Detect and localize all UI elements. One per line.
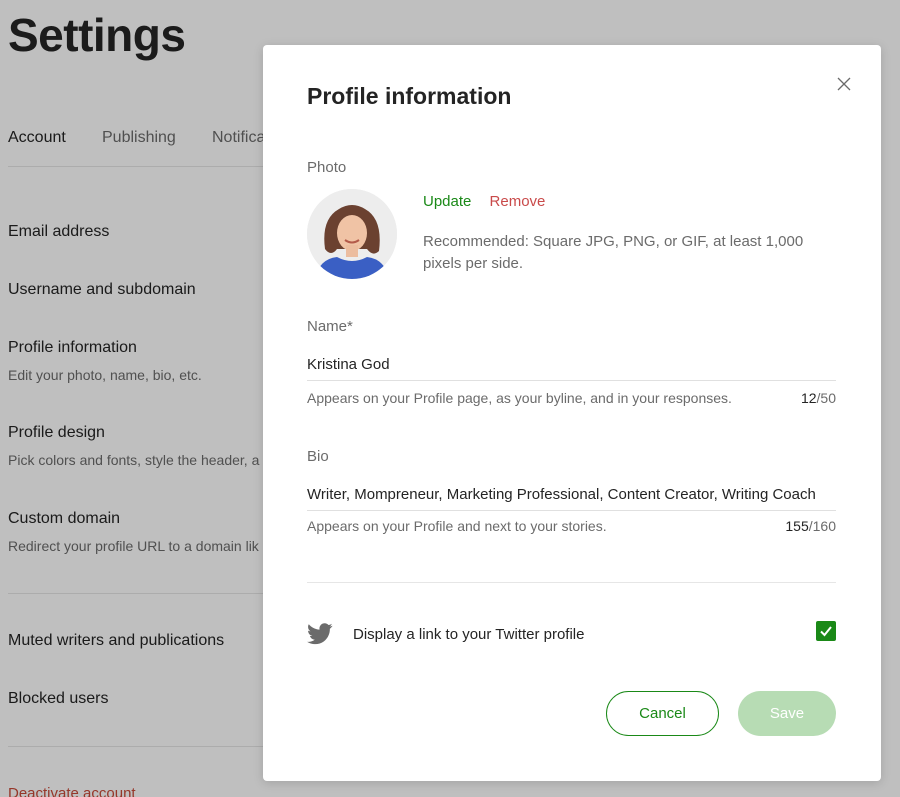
save-button[interactable]: Save: [738, 691, 836, 736]
name-char-count: 12: [800, 390, 817, 406]
profile-photo: [307, 189, 397, 279]
bio-hint-row: Appears on your Profile and next to your…: [307, 518, 836, 534]
name-hint: Appears on your Profile page, as your by…: [307, 390, 732, 406]
checkmark-icon: [820, 626, 832, 637]
dialog-title: Profile information: [307, 83, 512, 109]
bio-label: Bio: [307, 448, 329, 465]
avatar: [307, 189, 397, 279]
twitter-checkbox[interactable]: [816, 621, 836, 641]
photo-actions: Update Remove: [423, 193, 545, 210]
bio-char-max: /160: [808, 518, 836, 534]
bio-hint: Appears on your Profile and next to your…: [307, 518, 607, 534]
dialog-divider: [307, 582, 836, 583]
close-button[interactable]: [835, 75, 853, 93]
twitter-link-option: Display a link to your Twitter profile: [307, 621, 836, 645]
twitter-option-label: Display a link to your Twitter profile: [353, 626, 585, 643]
photo-label: Photo: [307, 159, 347, 176]
cancel-button[interactable]: Cancel: [606, 691, 719, 736]
name-input[interactable]: [307, 349, 836, 381]
name-label: Name*: [307, 318, 353, 335]
bio-input[interactable]: [307, 479, 836, 511]
update-photo-button[interactable]: Update: [423, 193, 471, 210]
remove-photo-button[interactable]: Remove: [490, 193, 546, 210]
close-icon: [837, 77, 851, 91]
name-char-counter: 12/50: [801, 390, 836, 406]
name-hint-row: Appears on your Profile page, as your by…: [307, 390, 836, 406]
name-char-max: /50: [816, 390, 836, 406]
bio-char-count: 155: [785, 518, 809, 534]
bio-char-counter: 155/160: [785, 518, 836, 534]
twitter-icon: [307, 623, 333, 645]
profile-information-dialog: Profile information Photo Update Remove …: [263, 45, 881, 781]
photo-hint: Recommended: Square JPG, PNG, or GIF, at…: [423, 233, 804, 272]
